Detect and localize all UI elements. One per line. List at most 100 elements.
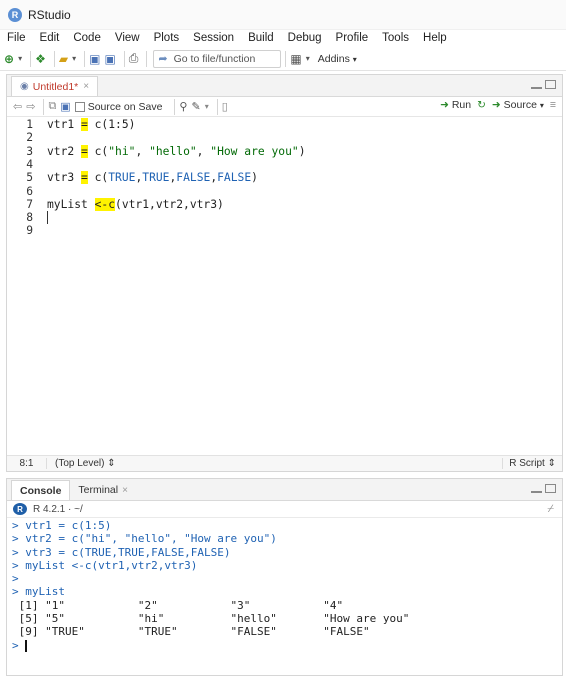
console-tab-bar: Console Terminal ×: [7, 479, 562, 501]
code-line: 7 myList <-c(vtr1,vtr2,vtr3): [7, 197, 562, 211]
tab-terminal-label: Terminal: [78, 484, 119, 496]
line-number: 4: [26, 157, 33, 171]
line-number: 3: [26, 144, 33, 158]
console-command: >: [12, 572, 19, 586]
line-number: 8: [26, 211, 33, 225]
menu-help[interactable]: Help: [423, 32, 447, 44]
main-toolbar: ⊕ ▾ ❖ ▰ ▾ ▣ ▣ ⎙ ➦ Go to file/function ▦ …: [0, 47, 566, 71]
r-file-icon: ◉: [20, 81, 29, 92]
code-line: 1 vtr1 = c(1:5): [7, 118, 562, 131]
pane-layout-dropdown-icon[interactable]: ▾: [306, 50, 310, 68]
code-token: vtr3: [47, 171, 82, 185]
goto-arrow-icon: ➦: [158, 53, 168, 65]
code-token: vtr1: [47, 118, 82, 131]
open-file-icon[interactable]: ▰: [59, 50, 68, 68]
r-logo-icon: R: [13, 503, 27, 515]
file-type-dropdown-icon: ⇕: [547, 458, 556, 469]
console-output-line: [1] "1" "2" "3" "4": [12, 598, 344, 612]
menu-view[interactable]: View: [115, 32, 140, 44]
open-dropdown-icon[interactable]: ▾: [72, 50, 76, 68]
maximize-pane-icon[interactable]: [545, 484, 556, 493]
goto-file-function-input[interactable]: ➦ Go to file/function: [153, 49, 282, 68]
menu-code[interactable]: Code: [73, 32, 101, 44]
menu-tools[interactable]: Tools: [382, 32, 409, 44]
menu-plots[interactable]: Plots: [154, 32, 180, 44]
r-version: R 4.2.1 · ~/: [33, 503, 83, 515]
console-prompt-line[interactable]: >: [7, 639, 562, 652]
string-literal: "How are you": [210, 144, 299, 158]
minimize-pane-icon[interactable]: [531, 86, 542, 89]
menu-edit[interactable]: Edit: [40, 32, 60, 44]
code-token: vtr2: [47, 144, 82, 158]
toolbar-divider: [84, 50, 86, 67]
tab-console[interactable]: Console: [11, 480, 71, 500]
search-icon[interactable]: ⚲: [179, 98, 187, 116]
source-on-save-checkbox[interactable]: [74, 101, 85, 112]
pane-layout-icon[interactable]: ▦: [290, 50, 301, 68]
code-editor[interactable]: 1 vtr1 = c(1:5) 2 3 vtr2 = c("hi", "hello", …: [7, 118, 562, 457]
tab-label: Untitled1*: [32, 80, 79, 93]
window-title: RStudio: [28, 7, 71, 22]
code-tools-wand-icon[interactable]: ✎: [191, 98, 200, 116]
code-token: c(1:5): [87, 118, 136, 131]
menu-build[interactable]: Build: [248, 32, 274, 44]
console-command: > vtr2 = c("hi", "hello", "How are you"): [12, 532, 277, 546]
assignment-operator-highlight: =: [81, 118, 88, 131]
line-number: 5: [26, 171, 33, 185]
minimize-pane-icon[interactable]: [531, 490, 542, 493]
menu-session[interactable]: Session: [193, 32, 234, 44]
tab-terminal[interactable]: Terminal ×: [70, 480, 136, 500]
print-icon[interactable]: ⎙: [129, 50, 139, 68]
close-icon[interactable]: ×: [83, 81, 89, 92]
close-icon[interactable]: ×: [122, 485, 128, 496]
console-info-bar: R R 4.2.1 · ~/ ⌿: [7, 501, 562, 518]
forward-arrow-icon[interactable]: ⇨: [26, 98, 35, 116]
code-line: 4: [7, 158, 562, 171]
code-text: vtr3 = c(TRUE,TRUE,FALSE,FALSE): [47, 171, 258, 185]
save-all-icon[interactable]: ▣: [104, 50, 115, 68]
new-file-icon[interactable]: ⊕: [4, 50, 14, 68]
code-tools-dropdown-icon[interactable]: ▾: [205, 98, 209, 116]
code-line: 5 vtr3 = c(TRUE,TRUE,FALSE,FALSE): [7, 171, 562, 185]
console-output[interactable]: > vtr1 = c(1:5) > vtr2 = c("hi", "hello",…: [7, 519, 562, 652]
compile-report-icon[interactable]: ▯: [222, 98, 228, 116]
code-line: 2: [7, 131, 562, 144]
code-line: 6: [7, 185, 562, 198]
show-in-window-icon[interactable]: ⧉: [48, 98, 56, 116]
rstudio-logo-icon: R: [8, 7, 22, 22]
new-project-icon[interactable]: ❖: [35, 50, 46, 68]
scope-selector[interactable]: (Top Level) ⇕: [47, 458, 116, 469]
tab-untitled1[interactable]: ◉ Untitled1* ×: [11, 76, 99, 96]
cursor-position: 8:1: [7, 458, 47, 469]
toolbar-divider: [216, 98, 218, 115]
source-on-save-label: Source on Save: [87, 100, 163, 113]
run-button[interactable]: ➜ Run: [440, 99, 471, 111]
file-type-selector[interactable]: R Script ⇕: [502, 458, 556, 469]
pane-controls: [531, 80, 556, 89]
save-icon[interactable]: ▣: [89, 50, 100, 68]
line-number: 9: [26, 224, 33, 238]
new-file-dropdown-icon[interactable]: ▾: [18, 50, 22, 68]
menu-debug[interactable]: Debug: [288, 32, 322, 44]
maximize-pane-icon[interactable]: [545, 80, 556, 89]
toolbar-divider: [123, 50, 125, 67]
assignment-operator-highlight: =: [81, 144, 88, 158]
code-token: myList: [47, 197, 95, 211]
logical-literal: TRUE: [108, 171, 136, 185]
console-output-line: [5] "5" "hi" "hello" "How are you": [12, 612, 410, 626]
addins-menu[interactable]: Addins ▾: [318, 53, 357, 65]
clear-console-broom-icon[interactable]: ⌿: [547, 503, 554, 516]
line-number: 2: [26, 131, 33, 145]
source-button[interactable]: ➜ Source ▾: [492, 99, 544, 111]
console-cursor: [25, 639, 28, 652]
title-bar: R RStudio: [0, 0, 566, 30]
menu-file[interactable]: File: [7, 32, 26, 44]
text-cursor: [47, 211, 48, 225]
back-arrow-icon[interactable]: ⇦: [13, 98, 22, 116]
save-icon[interactable]: ▣: [60, 98, 70, 116]
logical-literal: FALSE: [176, 171, 211, 185]
menu-profile[interactable]: Profile: [336, 32, 369, 44]
rerun-icon[interactable]: ↻: [477, 99, 486, 111]
logical-literal: TRUE: [142, 171, 170, 185]
document-outline-icon[interactable]: ≡: [550, 99, 556, 111]
